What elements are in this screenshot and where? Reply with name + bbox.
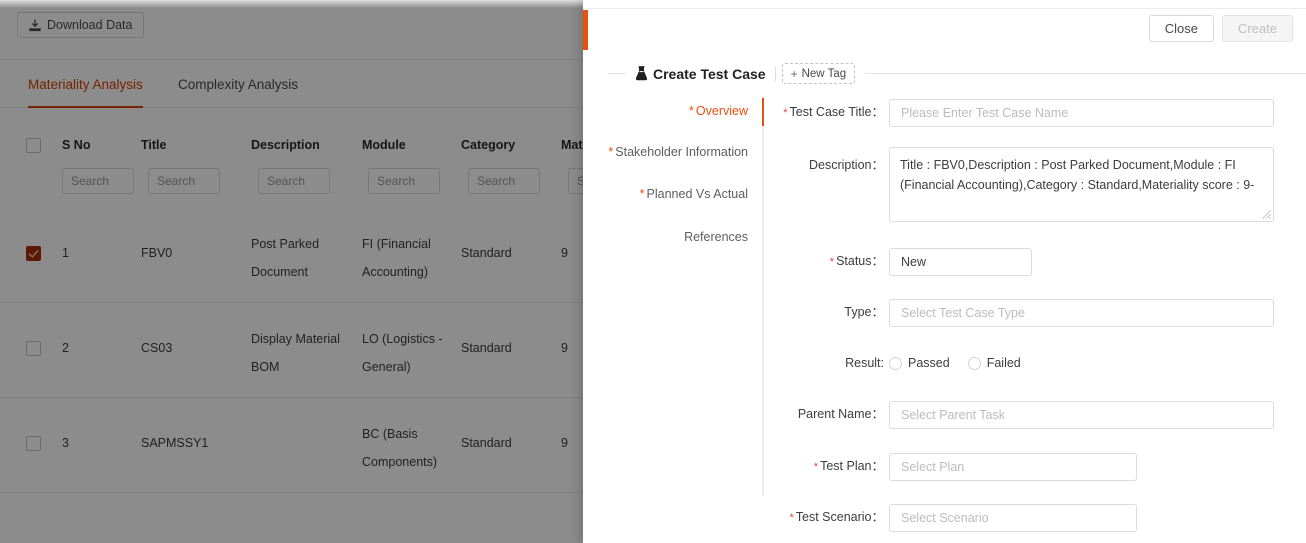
result-option-failed-label: Failed <box>986 356 1021 370</box>
required-marker: * <box>813 461 819 473</box>
required-marker: * <box>639 187 645 201</box>
result-option-failed[interactable]: Failed <box>967 356 1021 370</box>
result-option-passed-label: Passed <box>908 356 950 370</box>
result-option-passed[interactable]: Passed <box>889 356 950 370</box>
radio-icon <box>889 356 902 370</box>
nav-item-planned-vs-actual-label: Planned Vs Actual <box>646 187 748 201</box>
parent-name-select[interactable]: Select Parent Task <box>889 401 1274 429</box>
drawer-header-actions: Close Create <box>1148 15 1293 42</box>
plus-icon: + <box>790 66 798 81</box>
required-marker: * <box>783 107 788 119</box>
status-label: * Status： <box>660 247 884 276</box>
parent-name-label: Parent Name： <box>660 400 884 428</box>
test-plan-label-text: Test Plan： <box>820 459 884 473</box>
description-label: Description： <box>660 151 884 179</box>
required-marker: * <box>829 256 835 268</box>
parent-name-label-text: Parent Name： <box>797 407 884 421</box>
required-marker: * <box>608 145 614 159</box>
section-divider-left <box>608 73 626 74</box>
result-label-text: Result: <box>845 356 884 370</box>
drawer-accent-bar <box>583 10 588 50</box>
section-divider-right <box>865 73 1306 74</box>
flask-icon <box>635 66 648 81</box>
description-value: Title : FBV0,Description : Post Parked D… <box>900 158 1255 192</box>
test-scenario-label-text: Test Scenario： <box>795 510 884 524</box>
description-label-text: Description： <box>808 158 884 172</box>
new-tag-label: New Tag <box>801 67 847 80</box>
test-plan-select[interactable]: Select Plan <box>889 453 1137 481</box>
nav-item-references-label: References <box>684 230 748 244</box>
resize-grip-icon[interactable] <box>1262 210 1271 219</box>
close-button[interactable]: Close <box>1148 15 1214 42</box>
status-label-text: Status： <box>836 254 884 268</box>
section-header: Create Test Case + New Tag <box>608 63 1306 84</box>
section-title: Create Test Case <box>626 66 775 82</box>
screen: Download Data Materiality Analysis Compl… <box>0 0 1306 543</box>
section-separator <box>774 66 776 81</box>
result-radio-group: Passed Failed <box>889 356 1021 370</box>
test-scenario-select[interactable]: Select Scenario <box>889 504 1137 532</box>
status-input[interactable]: New <box>889 248 1032 276</box>
section-title-label: Create Test Case <box>653 65 766 82</box>
drawer-top-divider <box>583 8 1306 9</box>
required-marker: * <box>789 512 794 524</box>
nav-item-references[interactable]: References <box>684 230 748 244</box>
type-label-text: Type： <box>844 305 884 319</box>
new-tag-button[interactable]: + New Tag <box>781 63 856 84</box>
type-select[interactable]: Select Test Case Type <box>889 299 1274 327</box>
test-case-title-label-text: Test Case Title： <box>789 105 884 119</box>
test-plan-label: * Test Plan： <box>660 452 884 481</box>
type-label: Type： <box>660 298 884 326</box>
result-label: Result: <box>660 349 884 377</box>
test-case-title-label: * Test Case Title： <box>660 98 884 127</box>
nav-item-planned-vs-actual[interactable]: * Planned Vs Actual <box>640 187 748 201</box>
radio-icon <box>967 356 981 370</box>
test-scenario-label: * Test Scenario： <box>660 503 884 532</box>
create-button: Create <box>1221 15 1293 42</box>
description-textarea[interactable]: Title : FBV0,Description : Post Parked D… <box>889 147 1274 222</box>
test-case-title-input[interactable]: Please Enter Test Case Name <box>889 99 1274 127</box>
